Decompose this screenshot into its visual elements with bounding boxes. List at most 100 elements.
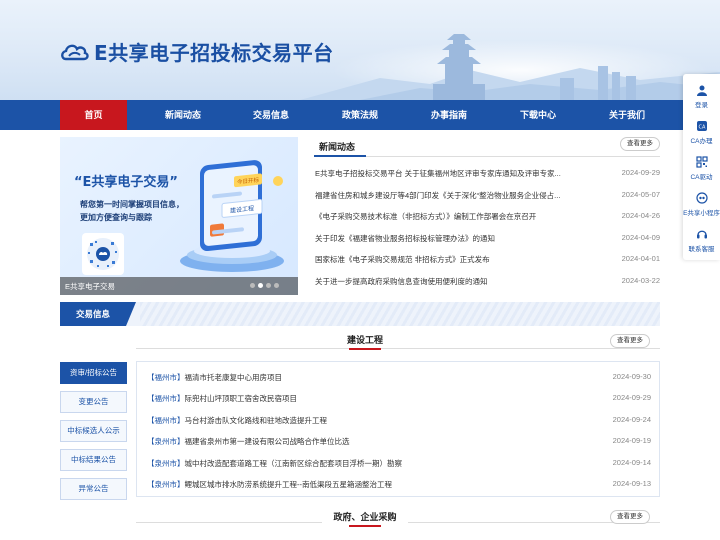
news-item-date: 2024-05-07 <box>621 190 660 199</box>
float-login-label: 登录 <box>695 102 708 109</box>
carousel-headline: “E共享电子交易” <box>74 175 178 190</box>
nav-item-download[interactable]: 下载中心 <box>505 100 571 130</box>
nav-item-home[interactable]: 首页 <box>60 100 127 130</box>
trade-item-name: 鲤城区城市排水防涝系统提升工程--南低渠段五星箱涵整治工程 <box>184 480 393 489</box>
trade-list-item[interactable]: 【福州市】马台村游击队文化路线和驻地改造提升工程 2024-09-24 <box>147 415 651 429</box>
section-title-underline <box>349 525 381 527</box>
header-banner: E共享电子招投标交易平台 <box>0 0 720 100</box>
news-item[interactable]: E共享电子招投标交易平台 关于征集福州地区评审专家库通知及评审专家... 2024… <box>314 168 660 182</box>
tab-abnormal-notice[interactable]: 异常公告 <box>60 478 127 500</box>
miniapp-code-image <box>82 233 124 275</box>
ca-icon: CA <box>696 121 707 131</box>
site-title: E共享电子招投标交易平台 <box>94 41 334 65</box>
trade-item-date: 2024-09-19 <box>612 436 651 445</box>
cloud-logo-icon <box>61 44 89 60</box>
news-item[interactable]: 关于进一步提高政府采购信息查询使用便利度的通知 2024-03-22 <box>314 276 660 290</box>
news-item-title: 福建省住房和城乡建设厅等4部门印发《关于深化“整治物业服务企业侵占... <box>315 191 561 200</box>
news-item-date: 2024-03-22 <box>621 276 660 285</box>
news-more-button[interactable]: 查看更多 <box>620 137 660 151</box>
trade-info-band: 交易信息 <box>60 302 660 326</box>
trade-item-city: 【福州市】 <box>147 394 185 403</box>
promo-carousel[interactable]: “E共享电子交易” 帮您第一时间掌握项目信息， 更加方便查询与跟踪 今日开标 建… <box>60 137 298 295</box>
trade-item-date: 2024-09-29 <box>612 393 651 402</box>
nav-item-guide[interactable]: 办事指南 <box>416 100 482 130</box>
nav-item-trade[interactable]: 交易信息 <box>238 100 304 130</box>
news-title-underline <box>314 155 366 157</box>
news-item-title: 国家标准《电子采购交易规范 非招标方式》正式发布 <box>315 255 490 264</box>
trade-item-date: 2024-09-30 <box>612 372 651 381</box>
trade-list-item[interactable]: 【泉州市】城中村改造配套道路工程（江南新区综合配套项目浮桥一期）勘察 2024-0… <box>147 458 651 472</box>
trade-item-name: 际兜村山坪顶职工宿舍改民宿项目 <box>184 394 298 403</box>
section-title-procurement: 政府、企业采购 <box>322 510 408 527</box>
site-logo[interactable]: E共享电子招投标交易平台 <box>60 37 334 66</box>
carousel-dot[interactable] <box>250 283 255 288</box>
float-miniapp[interactable]: E共享小程序 <box>683 192 720 217</box>
nav-item-news[interactable]: 新闻动态 <box>150 100 216 130</box>
news-header: 新闻动态 查看更多 <box>314 137 660 157</box>
main-nav: 首页 新闻动态 交易信息 政策法规 办事指南 下载中心 关于我们 <box>0 100 720 130</box>
qrcode-icon <box>695 156 708 168</box>
trade-item-city: 【福州市】 <box>147 373 185 382</box>
trade-list-item[interactable]: 【泉州市】鲤城区城市排水防涝系统提升工程--南低渠段五星箱涵整治工程 2024-0… <box>147 479 651 493</box>
tab-change-notice[interactable]: 变更公告 <box>60 391 127 413</box>
news-item-title: 关于印发《福建省物业服务招标投标管理办法》的通知 <box>315 234 495 243</box>
carousel-caption-text: E共享电子交易 <box>65 282 116 291</box>
trade-list-item[interactable]: 【福州市】福清市托老康复中心用房项目 2024-09-30 <box>147 372 651 386</box>
news-item[interactable]: 关于印发《福建省物业服务招标投标管理办法》的通知 2024-04-09 <box>314 233 660 247</box>
band-slant-decoration <box>126 302 136 326</box>
news-title: 新闻动态 <box>319 142 356 152</box>
phone-illustration: 今日开标 建设工程 <box>180 160 284 272</box>
news-item[interactable]: 《电子采购交易技术标准（非招标方式）》编制工作部署会在京召开 2024-04-26 <box>314 211 660 225</box>
nav-item-about[interactable]: 关于我们 <box>594 100 660 130</box>
news-item-title: 关于进一步提高政府采购信息查询使用便利度的通知 <box>315 277 488 286</box>
tab-result-notice[interactable]: 中标结果公告 <box>60 449 127 471</box>
carousel-caption: E共享电子交易 <box>60 277 298 295</box>
band-stripe-decoration <box>140 302 660 326</box>
trade-item-date: 2024-09-14 <box>612 458 651 467</box>
news-item-date: 2024-04-01 <box>621 254 660 263</box>
news-item-title: 《电子采购交易技术标准（非招标方式）》编制工作部署会在京召开 <box>315 212 537 221</box>
trade-item-date: 2024-09-24 <box>612 415 651 424</box>
float-ca-driver[interactable]: CA驱动 <box>683 156 720 181</box>
news-item-date: 2024-04-09 <box>621 233 660 242</box>
user-icon <box>696 85 707 96</box>
trade-list-panel: 【福州市】福清市托老康复中心用房项目 2024-09-30 【福州市】际兜村山坪顶… <box>136 361 660 497</box>
news-item-date: 2024-04-26 <box>621 211 660 220</box>
trade-item-name: 马台村游击队文化路线和驻地改造提升工程 <box>184 416 328 425</box>
news-item[interactable]: 国家标准《电子采购交易规范 非招标方式》正式发布 2024-04-01 <box>314 254 660 268</box>
carousel-line-2: 更加方便查询与跟踪 <box>80 213 152 222</box>
trade-item-name: 福建省泉州市第一建设有限公司战略合作单位比选 <box>184 437 350 446</box>
headset-icon <box>696 230 707 239</box>
section-title-procurement-text: 政府、企业采购 <box>333 512 397 522</box>
trade-list-item[interactable]: 【泉州市】福建省泉州市第一建设有限公司战略合作单位比选 2024-09-19 <box>147 436 651 450</box>
section-title-construction: 建设工程 <box>330 333 400 350</box>
nav-item-policy[interactable]: 政策法规 <box>327 100 393 130</box>
floating-toolbar: 登录 CA CA办理 CA驱动 E共享小程序 联系客服 <box>683 74 720 260</box>
section-title-underline <box>349 348 381 350</box>
float-miniapp-label: E共享小程序 <box>683 210 720 217</box>
trade-info-label: 交易信息 <box>60 302 126 326</box>
float-service-label: 联系客服 <box>688 246 715 253</box>
carousel-dot[interactable] <box>266 283 271 288</box>
float-ca-apply-label: CA办理 <box>690 138 713 145</box>
news-item-title: E共享电子招投标交易平台 关于征集福州地区评审专家库通知及评审专家... <box>315 169 561 178</box>
miniapp-icon <box>695 192 708 204</box>
carousel-line-1: 帮您第一时间掌握项目信息， <box>80 200 184 209</box>
float-ca-apply[interactable]: CA CA办理 <box>683 120 720 145</box>
carousel-dot-active[interactable] <box>258 283 263 288</box>
trade-item-date: 2024-09-13 <box>612 479 651 488</box>
tab-candidate-notice[interactable]: 中标候选人公示 <box>60 420 127 442</box>
carousel-dot[interactable] <box>274 283 279 288</box>
news-item[interactable]: 福建省住房和城乡建设厅等4部门印发《关于深化“整治物业服务企业侵占... 2024… <box>314 190 660 204</box>
float-login[interactable]: 登录 <box>683 84 720 109</box>
construction-more-button[interactable]: 查看更多 <box>610 334 650 348</box>
procurement-more-button[interactable]: 查看更多 <box>610 510 650 524</box>
tab-tender-notice[interactable]: 资审/招标公告 <box>60 362 127 384</box>
trade-item-city: 【福州市】 <box>147 416 185 425</box>
trade-item-city: 【泉州市】 <box>147 459 185 468</box>
trade-item-name: 城中村改造配套道路工程（江南新区综合配套项目浮桥一期）勘察 <box>184 459 403 468</box>
trade-item-city: 【泉州市】 <box>147 480 185 489</box>
trade-list-item[interactable]: 【福州市】际兜村山坪顶职工宿舍改民宿项目 2024-09-29 <box>147 393 651 407</box>
section-divider <box>136 348 660 349</box>
float-service[interactable]: 联系客服 <box>683 228 720 253</box>
